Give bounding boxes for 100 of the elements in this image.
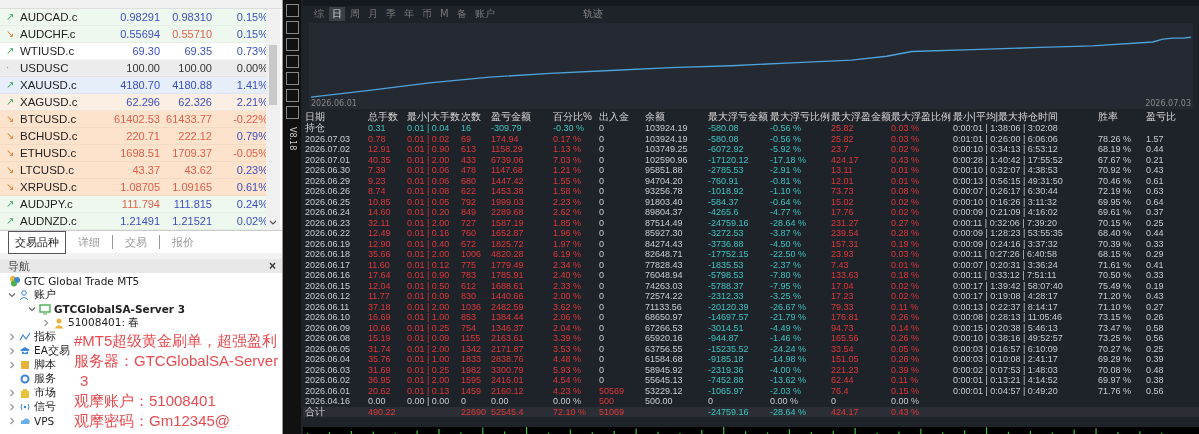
table-cell-text: 849: [461, 207, 478, 218]
tab[interactable]: 币: [419, 6, 435, 21]
tree-item[interactable]: 指标: [34, 330, 56, 344]
table-cell-text: 0.01 | 2.00: [407, 217, 451, 228]
tab[interactable]: 轨迹: [579, 6, 606, 21]
table-cell-text: 176.81: [831, 312, 860, 323]
tab[interactable]: 季: [383, 6, 399, 21]
tab[interactable]: 交易品种: [8, 230, 66, 254]
table-cell-text: 25.82: [831, 123, 855, 134]
tree-item[interactable]: VPS: [34, 415, 55, 427]
trend-arrow: ·: [6, 63, 11, 73]
table-cell-text: 2026.06.10: [305, 312, 352, 323]
symbol-row[interactable]: · USDUSC 100.00 100.00 0.00%: [0, 60, 266, 77]
tab[interactable]: 周: [347, 6, 363, 21]
tree-item[interactable]: GTCGlobalSA-Server 3: [54, 303, 185, 315]
table-cell-text: 0.02 %: [891, 291, 921, 302]
toolbar-icon[interactable]: [285, 72, 299, 85]
symbol-row[interactable]: ↗ AUDJPY.c 111.794 111.815 0.24%: [0, 196, 266, 213]
tab[interactable]: 账户: [471, 6, 498, 21]
close-button[interactable]: ×: [269, 259, 276, 273]
table-cell-text: -4.00 %: [770, 364, 803, 375]
symbol-name: USDUSC: [20, 62, 70, 74]
symbol-row[interactable]: ↘ BCHUSD.c 220.71 222.12 0.79%: [0, 128, 266, 145]
tab[interactable]: 日: [329, 6, 345, 21]
chevron-right-icon[interactable]: [8, 403, 16, 411]
symbol-row[interactable]: ↘ AUDCHF.c 0.55694 0.55710 0.15%: [0, 26, 266, 43]
table-cell-text: 103924.19: [645, 123, 689, 134]
tab[interactable]: 综: [311, 6, 327, 21]
table-cell-text: 0.43 %: [891, 406, 921, 417]
daily-change: 0.15%: [235, 28, 268, 40]
table-cell-text: 3300.79: [491, 364, 525, 375]
chevron-down-icon[interactable]: [269, 220, 277, 226]
symbol-row[interactable]: ↘ ETHUSD.c 1698.51 1709.37 -0.05%: [0, 145, 266, 162]
daily-change: 0.15%: [235, 11, 268, 23]
table-cell-text: 4.23 %: [553, 385, 583, 396]
chevron-down-icon[interactable]: [28, 305, 36, 313]
table-cell-text: 20.62: [368, 385, 392, 396]
table-cell-text: 14.60: [368, 207, 392, 218]
tree-item[interactable]: 脚本: [34, 358, 56, 372]
tab[interactable]: 月: [365, 6, 381, 21]
toolbar-icon[interactable]: [285, 4, 299, 17]
symbol-row[interactable]: ↘ XRPUSD.c 1.08705 1.09165 0.61%: [0, 179, 266, 196]
toolbar-icon[interactable]: [285, 38, 299, 51]
symbol-row[interactable]: ↗ XAGUSD.c 62.296 62.326 2.21%: [0, 94, 266, 111]
toolbar-icon[interactable]: [285, 21, 299, 34]
scrollbar-thumb[interactable]: [269, 45, 277, 105]
table-cell-text: 0.01 | 0.40: [407, 238, 451, 249]
tree-item[interactable]: EA交易: [34, 344, 70, 358]
tree-item[interactable]: GTC Global Trade MT5: [24, 275, 140, 287]
chevron-right-icon[interactable]: [42, 319, 50, 327]
table-cell-text: 0.01 | 0.90: [407, 144, 451, 155]
table-cell-text: 1147.68: [491, 165, 524, 176]
toolbar-icon[interactable]: [285, 89, 299, 102]
symbol-row[interactable]: ↗ XAUUSD.c 4180.70 4180.88 1.41%: [0, 77, 266, 94]
table-cell-text: 0: [599, 133, 605, 144]
table-cell-text: 424.17: [831, 154, 860, 165]
table-cell-text: 0: [599, 364, 605, 375]
bid-price: 43.37: [131, 164, 160, 176]
toolbar-icon[interactable]: [285, 55, 299, 68]
table-cell-text: 0: [599, 301, 605, 312]
tab[interactable]: M: [437, 8, 452, 19]
table-cell-text: 0.01 | 0.12: [407, 259, 451, 270]
chevron-right-icon[interactable]: [8, 333, 16, 341]
symbol-row[interactable]: ↗ AUDCAD.c 0.98291 0.98310 0.15%: [0, 9, 266, 26]
symbol-row[interactable]: ↘ BTCUSD.c 61402.53 61433.77 -0.22%: [0, 111, 266, 128]
table-cell-text: 0:00:11 | 0:27:26 | 6:40:58: [953, 249, 1059, 260]
chevron-right-icon[interactable]: [8, 347, 16, 355]
bid-price: 220.71: [125, 130, 160, 142]
symbol-row[interactable]: ↘ LTCUSD.c 43.37 43.62 0.23%: [0, 162, 266, 179]
tree-item[interactable]: 账户: [34, 288, 56, 302]
table-cell-text: 0.25: [1146, 217, 1165, 228]
table-cell-text: 0.00: [491, 396, 510, 407]
table-cell-text: 71.10 %: [1098, 301, 1133, 312]
tab[interactable]: 年: [401, 6, 417, 21]
tab[interactable]: 备: [453, 6, 470, 21]
symbol-row[interactable]: ↗ AUDNZD.c 1.21491 1.21521 0.02%: [0, 213, 266, 230]
scrollbar[interactable]: [266, 9, 280, 230]
table-cell-text: 2026.04.16: [305, 396, 352, 406]
tree-item[interactable]: 服务: [34, 372, 56, 386]
tree-item[interactable]: 市场: [34, 386, 56, 400]
chevron-down-icon[interactable]: [8, 291, 16, 299]
chevron-right-icon[interactable]: [8, 417, 16, 425]
table-cell-text: 2026.06.19: [305, 238, 352, 249]
table-cell-text: 0.21: [1146, 154, 1165, 165]
tree-item[interactable]: 51008401: 春: [68, 316, 140, 330]
toolbar-icon[interactable]: [285, 106, 299, 119]
table-cell-text: 0:00:13 | 0:56:15 | 49:31:50: [953, 175, 1064, 186]
overlay-text: 3: [79, 372, 89, 390]
table-cell-text: -0.30 %: [553, 123, 586, 134]
table-cell-text: -2312.33: [708, 291, 745, 302]
table-cell-text: -0.64 %: [770, 196, 803, 207]
table-cell-text: 70.08 %: [1098, 364, 1133, 375]
chevron-right-icon[interactable]: [8, 361, 16, 369]
table-cell-text: 73.47 %: [1098, 322, 1133, 333]
table-cell-text: 0: [599, 144, 605, 155]
table-cell-text: 70.15 %: [1098, 217, 1133, 228]
chevron-right-icon[interactable]: [8, 389, 16, 397]
table-cell-text: -1835.53: [708, 259, 745, 270]
trend-arrow: ↗: [6, 97, 16, 107]
tree-item[interactable]: 信号: [34, 400, 56, 414]
